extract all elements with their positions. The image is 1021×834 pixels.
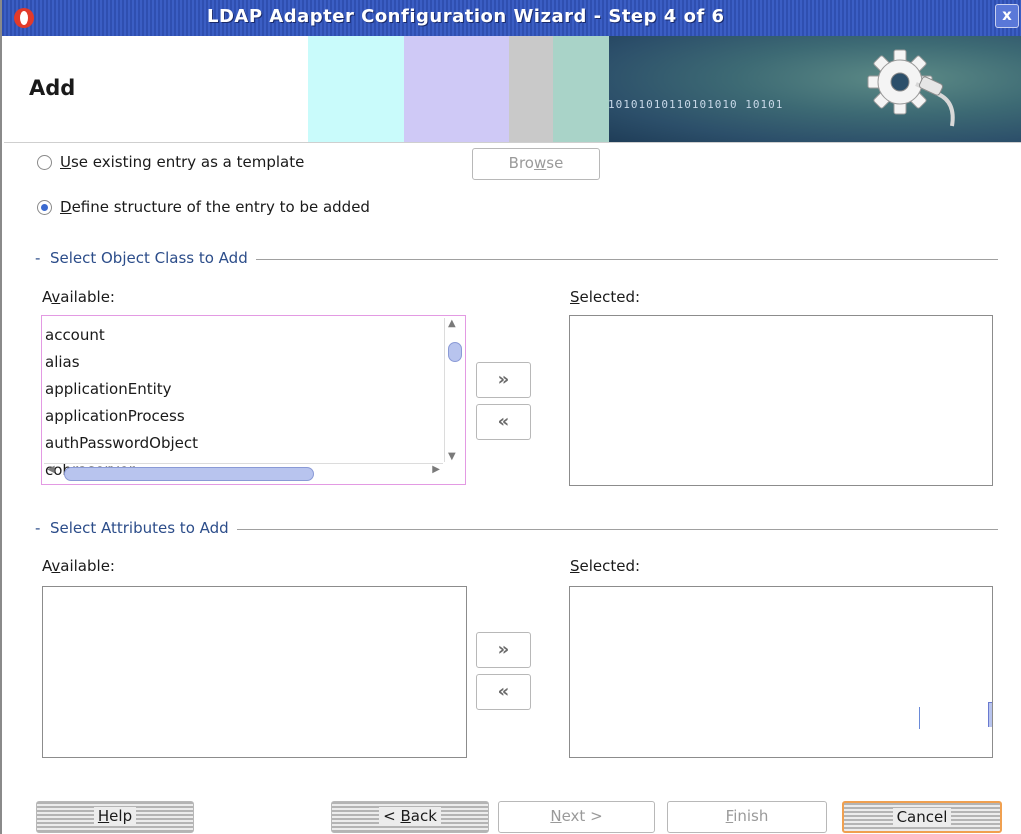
object-class-selected-label: Selected: (570, 288, 641, 306)
list-corner (956, 727, 992, 757)
attributes-selected-list[interactable] (569, 586, 993, 758)
available-horizontal-scrollbar[interactable]: ◀ ▶ (44, 463, 443, 482)
attributes-section-title: - Select Attributes to Add (35, 519, 237, 537)
wizard-window: LDAP Adapter Configuration Wizard - Step… (0, 0, 1021, 834)
scroll-right-icon[interactable]: ▶ (432, 464, 440, 475)
move-left-icon: « (497, 681, 510, 702)
app-icon (14, 8, 34, 28)
window-title: LDAP Adapter Configuration Wizard - Step… (207, 6, 725, 27)
use-existing-radio[interactable] (37, 154, 52, 170)
scroll-up-icon[interactable]: ▲ (448, 318, 456, 329)
object-class-available-label: Available: (42, 288, 115, 306)
list-item[interactable]: alias (44, 349, 443, 376)
list-item[interactable]: account (44, 322, 443, 349)
object-class-section-header: - Select Object Class to Add (35, 249, 998, 269)
define-structure-label: Define structure of the entry to be adde… (60, 198, 370, 216)
banner-bits-text: 10101010110101010 10101 (608, 98, 784, 111)
scroll-down-icon[interactable]: ▼ (448, 451, 456, 462)
list-item[interactable]: applicationEntity (44, 376, 443, 403)
remove-attribute-button[interactable]: « (476, 674, 531, 710)
object-class-available-items: account alias applicationEntity applicat… (44, 322, 443, 484)
list-item[interactable]: authPasswordObject (44, 430, 443, 457)
move-right-icon: » (497, 639, 510, 660)
back-button[interactable]: < Back (331, 801, 489, 833)
wizard-header: Add 10101010110101010 10101 (4, 36, 1021, 143)
use-existing-template-option[interactable]: Use existing entry as a template (37, 151, 304, 173)
horizontal-scroll-thumb[interactable] (64, 467, 314, 481)
header-banner-image: 10101010110101010 10101 (308, 36, 1021, 142)
object-class-selected-list[interactable] (569, 315, 993, 486)
add-attribute-button[interactable]: » (476, 632, 531, 668)
use-existing-label: Use existing entry as a template (60, 153, 305, 171)
resize-handle-mark (919, 707, 920, 729)
move-left-icon: « (497, 411, 510, 432)
define-structure-option[interactable]: Define structure of the entry to be adde… (37, 196, 370, 218)
object-class-section-title: - Select Object Class to Add (35, 249, 256, 267)
move-right-icon: » (497, 369, 510, 390)
remove-object-class-button[interactable]: « (476, 404, 531, 440)
help-button[interactable]: Help (36, 801, 194, 833)
close-button[interactable]: x (995, 4, 1019, 28)
add-object-class-button[interactable]: » (476, 362, 531, 398)
close-icon: x (1002, 6, 1012, 24)
finish-button[interactable]: Finish (667, 801, 827, 833)
list-item[interactable]: applicationProcess (44, 403, 443, 430)
attributes-available-list[interactable] (42, 586, 467, 758)
page-title: Add (29, 76, 76, 100)
browse-button[interactable]: Browse (472, 148, 600, 180)
attributes-selected-label: Selected: (570, 557, 641, 575)
attributes-available-label: Available: (42, 557, 115, 575)
available-vertical-scrollbar[interactable]: ▲ ▼ (444, 318, 463, 462)
define-structure-radio[interactable] (37, 199, 52, 215)
scroll-left-icon[interactable]: ◀ (47, 464, 55, 475)
adapter-gear-icon (867, 49, 955, 127)
title-bar[interactable]: LDAP Adapter Configuration Wizard - Step… (2, 0, 1021, 36)
object-class-available-list[interactable]: account alias applicationEntity applicat… (41, 315, 466, 485)
vertical-scroll-thumb[interactable] (448, 342, 462, 362)
cancel-button[interactable]: Cancel (842, 801, 1002, 833)
attributes-section-header: - Select Attributes to Add (35, 519, 998, 539)
next-button[interactable]: Next > (498, 801, 655, 833)
